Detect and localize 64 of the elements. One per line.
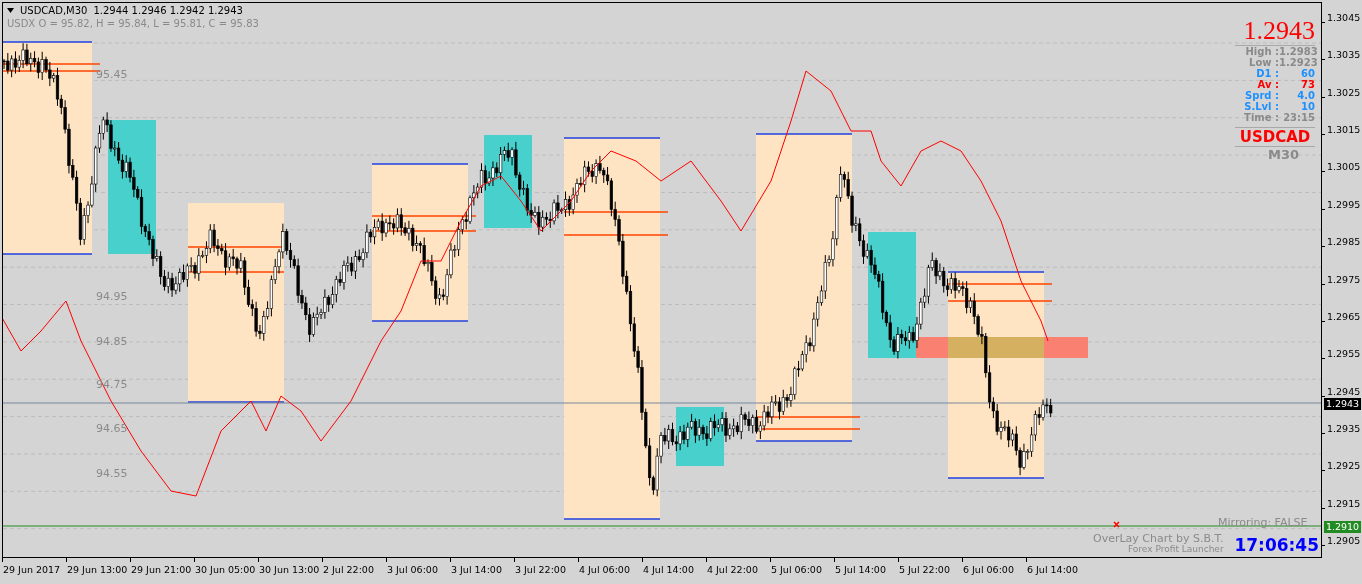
ohlc-values: 1.2944 1.2946 1.2942 1.2943 bbox=[93, 5, 243, 16]
overlay-values: USDX O = 95.82, H = 95.84, L = 95.81, C = 95.83 bbox=[7, 18, 259, 29]
info-label: Time : bbox=[1243, 112, 1279, 123]
credit-label: OverLay Chart by S.B.T. bbox=[1093, 533, 1224, 546]
time-tick: 3 Jul 14:00 bbox=[451, 564, 502, 575]
time-tick: 29 Jun 21:00 bbox=[131, 564, 192, 575]
info-value: 10 bbox=[1300, 101, 1315, 112]
dropdown-icon[interactable] bbox=[7, 8, 14, 13]
price-marker-tag: 1.2910 bbox=[1324, 521, 1361, 533]
price-tick: 1.3035 bbox=[1327, 50, 1361, 61]
price-tick: 1.2965 bbox=[1327, 311, 1361, 322]
time-tick: 5 Jul 06:00 bbox=[771, 564, 822, 575]
price-tick: 1.2955 bbox=[1327, 349, 1361, 360]
price-tick: 1.2915 bbox=[1327, 498, 1361, 509]
time-tick: 29 Jun 2017 bbox=[3, 564, 61, 575]
time-tick: 6 Jul 06:00 bbox=[963, 564, 1014, 575]
info-label: Av : bbox=[1256, 79, 1279, 90]
current-price: 1.2943 bbox=[1235, 17, 1315, 46]
price-tick: 1.2925 bbox=[1327, 461, 1361, 472]
symbol-title: USDCAD bbox=[1235, 127, 1315, 147]
time-tick: 5 Jul 22:00 bbox=[899, 564, 950, 575]
time-tick: 3 Jul 22:00 bbox=[515, 564, 566, 575]
time-tick: 29 Jun 13:00 bbox=[67, 564, 128, 575]
info-value: 4.0 bbox=[1296, 90, 1315, 101]
time-tick: 4 Jul 14:00 bbox=[643, 564, 694, 575]
overlay-price-label: 94.85 bbox=[96, 336, 128, 349]
overlay-price-label: 94.65 bbox=[96, 423, 128, 436]
price-tick: 1.2935 bbox=[1327, 423, 1361, 434]
price-tick: 1.2905 bbox=[1327, 536, 1361, 547]
info-value: 23:15 bbox=[1282, 112, 1315, 123]
time-tick: 4 Jul 06:00 bbox=[579, 564, 630, 575]
price-tick: 1.2945 bbox=[1327, 386, 1361, 397]
time-tick: 30 Jun 05:00 bbox=[195, 564, 256, 575]
overlay-price-label: 94.55 bbox=[96, 468, 128, 481]
overlay-price-label: 94.95 bbox=[96, 291, 128, 304]
time-tick: 30 Jun 13:00 bbox=[259, 564, 320, 575]
clock: 17:06:45 bbox=[1234, 535, 1319, 555]
time-tick: 2 Jul 22:00 bbox=[323, 564, 374, 575]
info-value: 1.2983 bbox=[1279, 46, 1315, 57]
price-tick: 1.3015 bbox=[1327, 125, 1361, 136]
time-tick: 3 Jul 06:00 bbox=[387, 564, 438, 575]
overlay-price-label: 95.45 bbox=[96, 69, 128, 82]
info-label: Low : bbox=[1249, 57, 1279, 68]
price-tick: 1.2995 bbox=[1327, 199, 1361, 210]
product-label: Forex Profit Launcher bbox=[1128, 545, 1224, 555]
price-tick: 1.3025 bbox=[1327, 87, 1361, 98]
info-value: 73 bbox=[1300, 79, 1315, 90]
time-tick: 4 Jul 22:00 bbox=[707, 564, 758, 575]
info-label: D1 : bbox=[1255, 68, 1279, 79]
x-mark-icon bbox=[1113, 521, 1120, 528]
price-tick: 1.2975 bbox=[1327, 274, 1361, 285]
info-label: Sprd : bbox=[1244, 90, 1279, 101]
info-label: S.Lvl : bbox=[1243, 101, 1279, 112]
info-value: 60 bbox=[1300, 68, 1315, 79]
current-price-tag: 1.2943 bbox=[1324, 398, 1361, 410]
info-label: High : bbox=[1244, 46, 1279, 57]
timeframe-label: M30 bbox=[1266, 147, 1300, 162]
symbol-label: USDCAD,M30 bbox=[20, 5, 88, 16]
time-tick: 5 Jul 14:00 bbox=[835, 564, 886, 575]
time-tick: 6 Jul 14:00 bbox=[1027, 564, 1078, 575]
price-tick: 1.3005 bbox=[1327, 162, 1361, 173]
info-value: 1.2923 bbox=[1279, 57, 1315, 68]
price-tick: 1.2985 bbox=[1327, 237, 1361, 248]
price-tick: 1.3045 bbox=[1327, 13, 1361, 23]
